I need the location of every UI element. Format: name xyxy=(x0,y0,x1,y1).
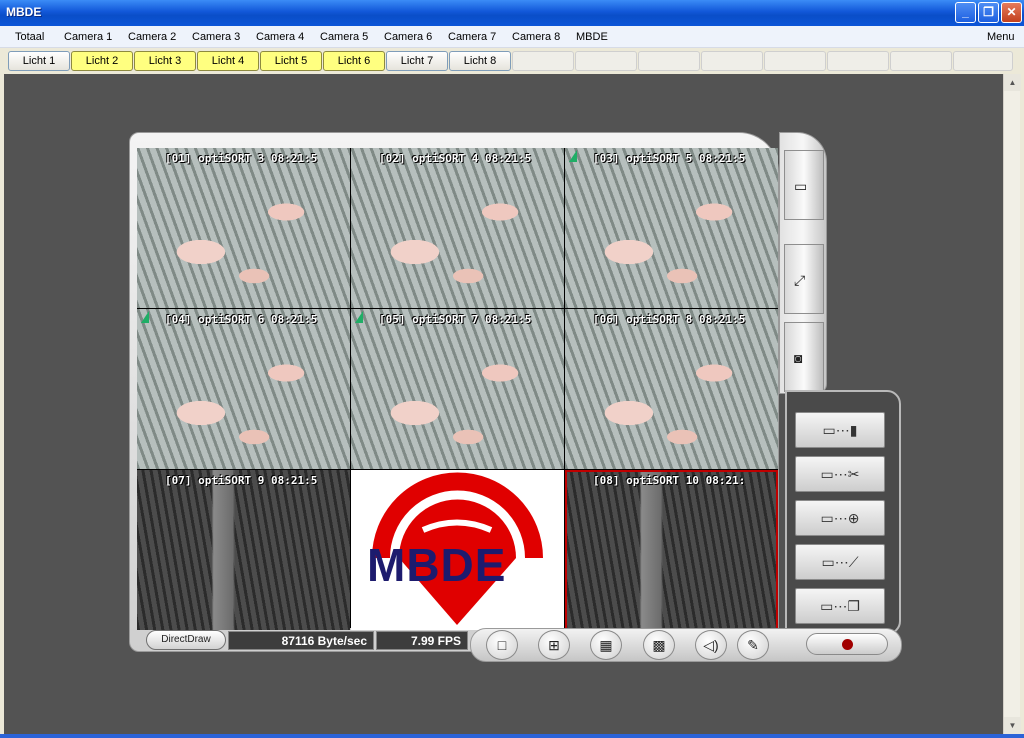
status-flag-icon xyxy=(141,311,149,323)
light-button-8[interactable]: Licht 8 xyxy=(449,51,511,71)
layout-9-button[interactable]: ▦ xyxy=(590,630,622,660)
layout-4-button[interactable]: ⊞ xyxy=(538,630,570,660)
record-button[interactable] xyxy=(806,633,888,655)
maximize-icon: ❐ xyxy=(983,5,994,19)
light-button-3[interactable]: Licht 3 xyxy=(134,51,196,71)
camera-view-08[interactable]: [08] optiSORT 10 08:21: xyxy=(565,470,778,630)
snapshot-icon: ◙ xyxy=(794,350,803,366)
settings-tools-icon: ▭⋯✂ xyxy=(820,466,860,482)
close-icon: ✕ xyxy=(1006,5,1017,19)
renderer-button[interactable]: DirectDraw xyxy=(146,630,226,650)
remote-monitor-button[interactable]: ▭⋯▮ xyxy=(795,412,885,448)
ptz-button[interactable]: ▭⋯⟋ xyxy=(795,544,885,580)
window-bottom-border xyxy=(0,734,1024,738)
menu-item-camera-1[interactable]: Camera 1 xyxy=(64,31,112,43)
light-button-7[interactable]: Licht 7 xyxy=(386,51,448,71)
camera-view-01[interactable]: [01] optiSORT 3 08:21:5 xyxy=(137,148,350,308)
fullscreen-icon: ⤢ xyxy=(794,272,806,288)
layout-16-button[interactable]: ▩ xyxy=(643,630,675,660)
camera-view-04[interactable]: [04] optiSORT 6 08:21:5 xyxy=(137,309,350,469)
camera-view-03[interactable]: [03] optiSORT 5 08:21:5 xyxy=(565,148,778,308)
layout-16-icon: ▩ xyxy=(652,637,666,653)
audio-icon: ◁) xyxy=(703,637,719,653)
light-slot-empty xyxy=(575,51,637,71)
camera-overlay-text: [08] optiSORT 10 08:21: xyxy=(593,474,746,487)
byterate-readout: 87116 Byte/sec xyxy=(228,631,374,650)
close-button[interactable]: ✕ xyxy=(1001,2,1022,23)
camera-view-07[interactable]: [07] optiSORT 9 08:21:5 xyxy=(137,470,350,630)
camera-view-05[interactable]: [05] optiSORT 7 08:21:5 xyxy=(351,309,564,469)
multi-window-button[interactable]: ▭⋯❐ xyxy=(795,588,885,624)
layout-1-icon: □ xyxy=(497,637,507,653)
edit-button[interactable]: ✎ xyxy=(737,630,769,660)
light-slot-empty xyxy=(638,51,700,71)
menu-item-camera-6[interactable]: Camera 6 xyxy=(384,31,432,43)
scroll-down-icon[interactable]: ▼ xyxy=(1004,717,1021,734)
menu-item-menu[interactable]: Menu xyxy=(987,31,1015,43)
fps-readout: 7.99 FPS xyxy=(376,631,468,650)
status-flag-icon xyxy=(569,150,577,162)
light-button-4[interactable]: Licht 4 xyxy=(197,51,259,71)
light-slot-empty xyxy=(512,51,574,71)
light-button-5[interactable]: Licht 5 xyxy=(260,51,322,71)
title-bar: MBDE _ ❐ ✕ xyxy=(0,0,1024,26)
vertical-scrollbar[interactable]: ▲ ▼ xyxy=(1003,74,1021,734)
menu-item-camera-2[interactable]: Camera 2 xyxy=(128,31,176,43)
menu-item-mbde[interactable]: MBDE xyxy=(576,31,608,43)
audio-button[interactable]: ◁) xyxy=(695,630,727,660)
layout-1-button[interactable]: □ xyxy=(486,630,518,660)
layout-9-icon: ▦ xyxy=(599,637,613,653)
camera-button[interactable]: ▭ xyxy=(784,150,824,220)
camera-overlay-text: [06] optiSORT 8 08:21:5 xyxy=(593,313,746,326)
camera-overlay-text: [03] optiSORT 5 08:21:5 xyxy=(593,152,746,165)
light-toolbar: Licht 1 Licht 2 Licht 3 Licht 4 Licht 5 … xyxy=(0,48,1024,73)
edit-icon: ✎ xyxy=(747,637,759,653)
scroll-up-icon[interactable]: ▲ xyxy=(1004,74,1021,91)
light-slot-empty xyxy=(701,51,763,71)
monitor-remote-icon: ▭⋯▮ xyxy=(822,422,858,438)
light-button-2[interactable]: Licht 2 xyxy=(71,51,133,71)
tool-panel: ▭⋯▮ ▭⋯✂ ▭⋯⊕ ▭⋯⟋ ▭⋯❐ xyxy=(785,390,901,635)
light-button-1[interactable]: Licht 1 xyxy=(8,51,70,71)
window-title: MBDE xyxy=(6,5,42,19)
mbde-logo-text: MBDE xyxy=(367,539,507,591)
camera-overlay-text: [07] optiSORT 9 08:21:5 xyxy=(165,474,318,487)
light-slot-empty xyxy=(827,51,889,71)
multi-window-icon: ▭⋯❐ xyxy=(820,598,860,614)
mbde-logo-view: MBDE xyxy=(351,470,564,630)
record-icon xyxy=(842,639,853,650)
layout-4-icon: ⊞ xyxy=(548,637,560,653)
light-button-6[interactable]: Licht 6 xyxy=(323,51,385,71)
camera-icon: ▭ xyxy=(794,178,808,194)
menu-item-camera-7[interactable]: Camera 7 xyxy=(448,31,496,43)
light-slot-empty xyxy=(890,51,952,71)
minimize-button[interactable]: _ xyxy=(955,2,976,23)
maximize-button[interactable]: ❐ xyxy=(978,2,999,23)
light-slot-empty xyxy=(953,51,1013,71)
zoom-add-button[interactable]: ▭⋯⊕ xyxy=(795,500,885,536)
camera-view-06[interactable]: [06] optiSORT 8 08:21:5 xyxy=(565,309,778,469)
menu-item-totaal[interactable]: Totaal xyxy=(15,31,44,43)
camera-overlay-text: [04] optiSORT 6 08:21:5 xyxy=(165,313,318,326)
menu-item-camera-8[interactable]: Camera 8 xyxy=(512,31,560,43)
menu-item-camera-3[interactable]: Camera 3 xyxy=(192,31,240,43)
minimize-icon: _ xyxy=(962,5,969,19)
fullscreen-button[interactable]: ⤢ xyxy=(784,244,824,314)
ptz-icon: ▭⋯⟋ xyxy=(821,554,859,570)
light-slot-empty xyxy=(764,51,826,71)
menu-item-camera-4[interactable]: Camera 4 xyxy=(256,31,304,43)
camera-overlay-text: [01] optiSORT 3 08:21:5 xyxy=(165,152,318,165)
settings-tools-button[interactable]: ▭⋯✂ xyxy=(795,456,885,492)
camera-overlay-text: [02] optiSORT 4 08:21:5 xyxy=(379,152,532,165)
camera-grid: [01] optiSORT 3 08:21:5 [02] optiSORT 4 … xyxy=(137,148,778,630)
menu-item-camera-5[interactable]: Camera 5 xyxy=(320,31,368,43)
zoom-add-icon: ▭⋯⊕ xyxy=(820,510,860,526)
camera-view-02[interactable]: [02] optiSORT 4 08:21:5 xyxy=(351,148,564,308)
menu-bar: Totaal Camera 1 Camera 2 Camera 3 Camera… xyxy=(0,26,1024,48)
snapshot-button[interactable]: ◙ xyxy=(784,322,824,392)
camera-overlay-text: [05] optiSORT 7 08:21:5 xyxy=(379,313,532,326)
status-flag-icon xyxy=(355,311,363,323)
